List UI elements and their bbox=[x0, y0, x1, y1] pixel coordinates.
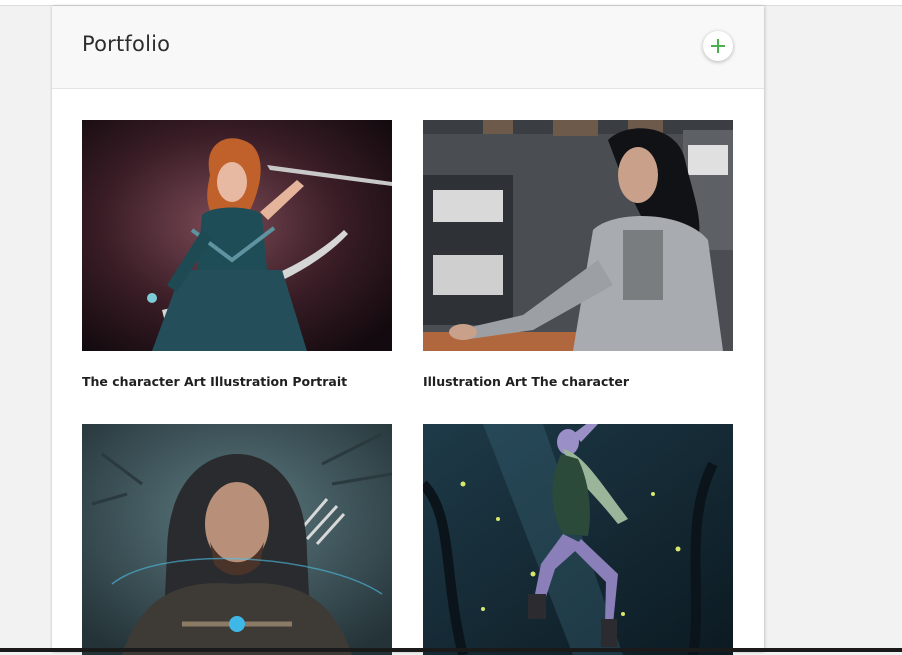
portfolio-item-caption[interactable]: Illustration Art The character bbox=[423, 374, 629, 389]
portfolio-thumbnail-desk[interactable] bbox=[423, 120, 733, 351]
panel-header: Portfolio bbox=[52, 6, 764, 89]
bottom-border bbox=[0, 648, 902, 652]
page-title: Portfolio bbox=[82, 32, 171, 56]
portfolio-panel: Portfolio The character Art Illustration… bbox=[52, 6, 764, 655]
portfolio-thumbnail-archer[interactable] bbox=[82, 424, 392, 655]
portfolio-item[interactable] bbox=[423, 424, 733, 655]
add-portfolio-button[interactable] bbox=[703, 31, 733, 61]
portfolio-thumbnail-elf[interactable] bbox=[423, 424, 733, 655]
portfolio-item[interactable]: The character Art Illustration Portrait bbox=[82, 120, 392, 389]
portfolio-item[interactable] bbox=[82, 424, 392, 655]
portfolio-item-caption[interactable]: The character Art Illustration Portrait bbox=[82, 374, 347, 389]
portfolio-thumbnail-warrior[interactable] bbox=[82, 120, 392, 351]
plus-icon bbox=[711, 39, 725, 53]
portfolio-item[interactable]: Illustration Art The character bbox=[423, 120, 733, 389]
